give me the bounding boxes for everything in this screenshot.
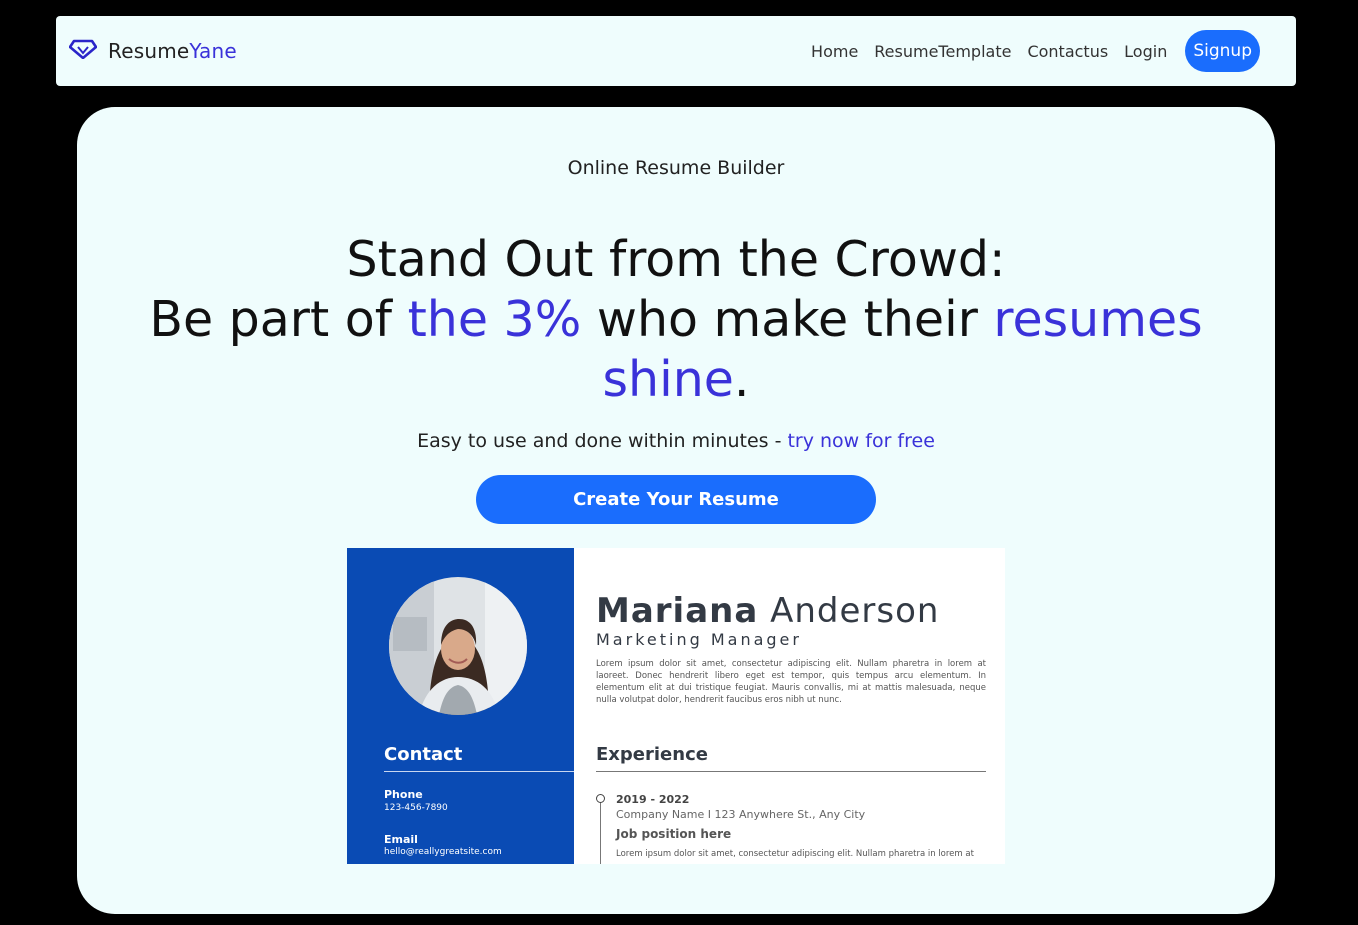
email-label: Email — [384, 833, 418, 846]
diamond-logo-icon — [69, 39, 97, 59]
headline-accent-1: the 3% — [407, 291, 582, 348]
resume-preview: Contact Phone 123-456-7890 Email hello@r… — [347, 548, 1005, 864]
experience-company: Company Name I 123 Anywhere St., Any Cit… — [616, 808, 866, 821]
timeline-line — [600, 802, 601, 864]
phone-label: Phone — [384, 788, 423, 801]
hero-headline: Stand Out from the Crowd: Be part of the… — [137, 230, 1215, 410]
brand-name: ResumeYane — [108, 39, 237, 63]
nav-link-login[interactable]: Login — [1124, 42, 1167, 61]
experience-role: Job position here — [616, 827, 732, 841]
headline-line-1: Stand Out from the Crowd: — [346, 231, 1006, 288]
create-resume-button[interactable]: Create Your Resume — [476, 475, 876, 524]
contact-heading: Contact — [384, 744, 463, 765]
resume-name: Mariana Anderson — [596, 591, 939, 631]
resume-first-name: Mariana — [596, 591, 759, 631]
brand-name-accent: Yane — [189, 39, 237, 63]
brand-name-prefix: Resume — [108, 39, 190, 63]
nav-links: Home ResumeTemplate Contactus Login Sign… — [795, 16, 1260, 86]
phone-value: 123-456-7890 — [384, 803, 448, 813]
experience-divider — [596, 771, 986, 772]
experience-dates: 2019 - 2022 — [616, 793, 690, 806]
hero-card: Online Resume Builder Stand Out from the… — [77, 107, 1275, 914]
resume-job-title: Marketing Manager — [596, 630, 802, 649]
top-navbar: ResumeYane Home ResumeTemplate Contactus… — [56, 16, 1296, 86]
hero-subline: Easy to use and done within minutes - tr… — [77, 430, 1275, 452]
nav-link-home[interactable]: Home — [811, 42, 858, 61]
resume-sidebar: Contact Phone 123-456-7890 Email hello@r… — [347, 548, 574, 864]
nav-link-resume-template[interactable]: ResumeTemplate — [874, 42, 1011, 61]
subline-text: Easy to use and done within minutes - — [417, 430, 788, 452]
headline-part-2: who make their — [581, 291, 994, 348]
experience-heading: Experience — [596, 744, 708, 765]
profile-photo-image — [389, 577, 527, 715]
contact-divider — [384, 771, 574, 772]
hero-eyebrow: Online Resume Builder — [567, 157, 785, 179]
try-now-link[interactable]: try now for free — [787, 430, 934, 452]
headline-part-1: Be part of — [149, 291, 408, 348]
headline-end: . — [733, 351, 750, 408]
email-value: hello@reallygreatsite.com — [384, 847, 502, 857]
resume-summary: Lorem ipsum dolor sit amet, consectetur … — [596, 659, 986, 705]
experience-description: Lorem ipsum dolor sit amet, consectetur … — [616, 849, 974, 859]
brand-logo-link[interactable]: ResumeYane — [69, 16, 237, 86]
resume-last-name: Anderson — [758, 591, 940, 631]
profile-photo — [389, 577, 527, 715]
signup-button[interactable]: Signup — [1185, 30, 1260, 72]
nav-link-contact-us[interactable]: Contactus — [1027, 42, 1108, 61]
timeline-dot-icon — [596, 794, 605, 803]
